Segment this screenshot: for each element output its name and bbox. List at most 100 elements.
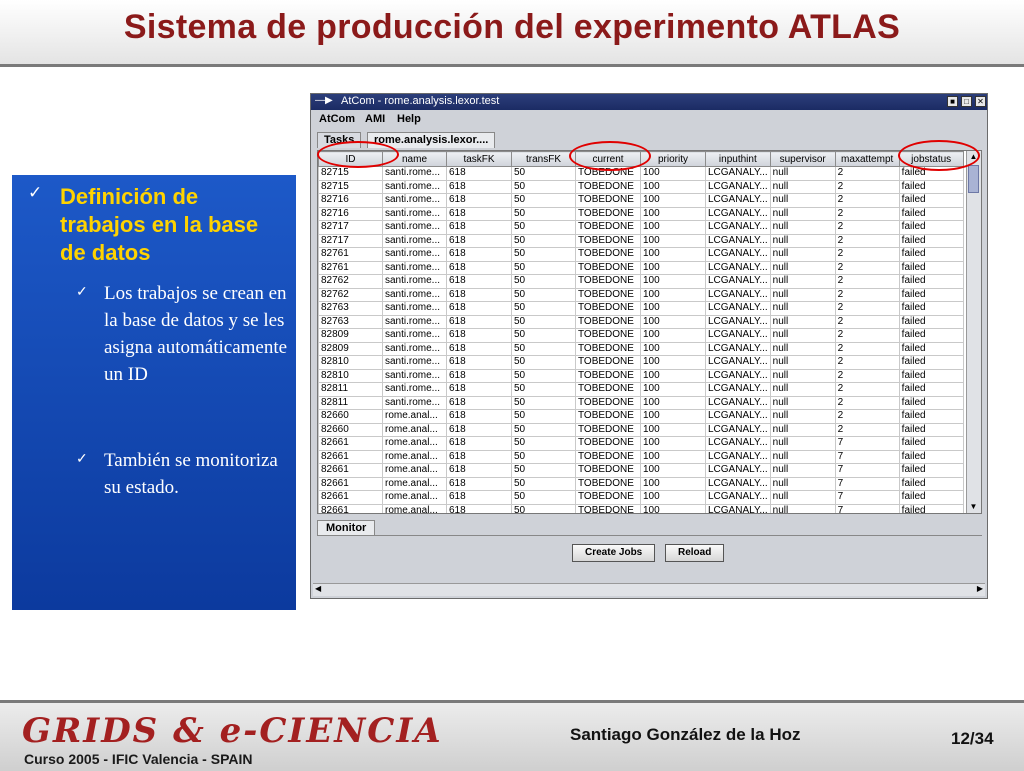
table-cell[interactable]: null [769, 490, 836, 505]
window-titlebar[interactable]: —▶ AtCom - rome.analysis.lexor.test ■ □ … [311, 94, 987, 110]
table-cell[interactable]: null [769, 314, 836, 329]
table-row[interactable]: 82716 santi.rome... 618 50 TOBEDONE 100 LCGANA… [318, 193, 964, 208]
table-cell[interactable]: failed [898, 301, 964, 316]
scroll-left-icon[interactable]: ◀ [315, 584, 321, 593]
table-cell[interactable]: 618 [446, 436, 512, 451]
table-cell[interactable]: 100 [640, 503, 706, 513]
table-cell[interactable]: LCGANALY... [705, 490, 771, 505]
table-cell[interactable]: TOBEDONE [575, 220, 641, 235]
table-cell[interactable]: failed [898, 490, 964, 505]
table-cell[interactable]: failed [898, 179, 964, 194]
table-cell[interactable]: LCGANALY... [705, 328, 771, 343]
table-cell[interactable]: TOBEDONE [575, 179, 641, 194]
table-cell[interactable]: 2 [834, 395, 900, 410]
table-row[interactable]: 82761 santi.rome... 618 50 TOBEDONE 100 LCGANA… [318, 247, 964, 262]
table-cell[interactable]: 50 [511, 247, 576, 262]
table-cell[interactable]: santi.rome... [382, 260, 447, 275]
table-cell[interactable]: null [769, 503, 836, 513]
table-cell[interactable]: 50 [511, 395, 576, 410]
table-cell[interactable]: LCGANALY... [705, 220, 771, 235]
table-cell[interactable]: 618 [446, 287, 512, 302]
table-cell[interactable]: 50 [511, 355, 576, 370]
table-cell[interactable]: 100 [640, 476, 706, 491]
table-cell[interactable]: 82810 [318, 368, 383, 383]
table-cell[interactable]: 50 [511, 274, 576, 289]
table-cell[interactable]: rome.anal... [382, 476, 447, 491]
table-cell[interactable]: santi.rome... [382, 341, 447, 356]
table-cell[interactable]: 2 [834, 287, 900, 302]
column-header-supervisor[interactable]: supervisor [769, 151, 836, 167]
table-cell[interactable]: LCGANALY... [705, 193, 771, 208]
reload-button[interactable]: Reload [665, 544, 725, 562]
table-cell[interactable]: 82715 [318, 166, 383, 181]
table-cell[interactable]: 2 [834, 166, 900, 181]
table-cell[interactable]: 2 [834, 409, 900, 424]
table-cell[interactable]: santi.rome... [382, 287, 447, 302]
table-cell[interactable]: 100 [640, 490, 706, 505]
table-cell[interactable]: 618 [446, 260, 512, 275]
table-cell[interactable]: 100 [640, 355, 706, 370]
table-cell[interactable]: 50 [511, 233, 576, 248]
table-row[interactable]: 82762 santi.rome... 618 50 TOBEDONE 100 LCGANA… [318, 287, 964, 302]
table-cell[interactable]: 50 [511, 220, 576, 235]
table-cell[interactable]: 618 [446, 409, 512, 424]
table-cell[interactable]: LCGANALY... [705, 166, 771, 181]
table-cell[interactable]: 50 [511, 476, 576, 491]
table-cell[interactable]: 2 [834, 314, 900, 329]
table-cell[interactable]: 82763 [318, 301, 383, 316]
table-cell[interactable]: null [769, 220, 836, 235]
table-cell[interactable]: 100 [640, 193, 706, 208]
table-cell[interactable]: LCGANALY... [705, 368, 771, 383]
table-cell[interactable]: 82660 [318, 409, 383, 424]
table-cell[interactable]: TOBEDONE [575, 490, 641, 505]
create-jobs-button[interactable]: Create Jobs [572, 544, 656, 562]
table-row[interactable]: 82661 rome.anal... 618 50 TOBEDONE 100 LCGANAL… [318, 449, 964, 464]
table-row[interactable]: 82661 rome.anal... 618 50 TOBEDONE 100 LCGANAL… [318, 436, 964, 451]
table-cell[interactable]: TOBEDONE [575, 422, 641, 437]
table-cell[interactable]: failed [898, 422, 964, 437]
scroll-down-icon[interactable]: ▼ [968, 501, 979, 513]
table-row[interactable]: 82661 rome.anal... 618 50 TOBEDONE 100 LCGANAL… [318, 490, 964, 505]
table-cell[interactable]: santi.rome... [382, 193, 447, 208]
table-cell[interactable]: 100 [640, 422, 706, 437]
table-cell[interactable]: 50 [511, 287, 576, 302]
table-cell[interactable]: 50 [511, 382, 576, 397]
table-cell[interactable]: 50 [511, 206, 576, 221]
column-header-taskfk[interactable]: taskFK [446, 151, 512, 167]
table-cell[interactable]: 82762 [318, 274, 383, 289]
table-cell[interactable]: 100 [640, 463, 706, 478]
table-cell[interactable]: 100 [640, 449, 706, 464]
table-cell[interactable]: 2 [834, 233, 900, 248]
table-row[interactable]: 82661 rome.anal... 618 50 TOBEDONE 100 LCGANAL… [318, 463, 964, 478]
table-cell[interactable]: TOBEDONE [575, 436, 641, 451]
table-cell[interactable]: null [769, 179, 836, 194]
table-row[interactable]: 82715 santi.rome... 618 50 TOBEDONE 100 LCGANA… [318, 179, 964, 194]
table-cell[interactable]: TOBEDONE [575, 314, 641, 329]
table-cell[interactable]: santi.rome... [382, 382, 447, 397]
window-menu-icon[interactable]: —▶ [315, 95, 333, 106]
table-cell[interactable]: failed [898, 395, 964, 410]
table-cell[interactable]: 2 [834, 301, 900, 316]
table-cell[interactable]: TOBEDONE [575, 449, 641, 464]
table-cell[interactable]: 100 [640, 247, 706, 262]
table-cell[interactable]: 82717 [318, 233, 383, 248]
table-cell[interactable]: 82811 [318, 382, 383, 397]
table-cell[interactable]: 82762 [318, 287, 383, 302]
table-cell[interactable]: 82809 [318, 328, 383, 343]
table-cell[interactable]: 7 [834, 503, 900, 513]
table-cell[interactable]: LCGANALY... [705, 409, 771, 424]
table-row[interactable]: 82809 santi.rome... 618 50 TOBEDONE 100 LCGANA… [318, 328, 964, 343]
table-cell[interactable]: failed [898, 314, 964, 329]
table-cell[interactable]: 50 [511, 368, 576, 383]
table-cell[interactable]: failed [898, 503, 964, 513]
table-row[interactable]: 82660 rome.anal... 618 50 TOBEDONE 100 LCGANAL… [318, 409, 964, 424]
table-cell[interactable]: 100 [640, 166, 706, 181]
table-cell[interactable]: 82763 [318, 314, 383, 329]
table-cell[interactable]: TOBEDONE [575, 395, 641, 410]
table-cell[interactable]: 100 [640, 409, 706, 424]
table-cell[interactable]: 50 [511, 301, 576, 316]
menu-atcom[interactable]: AtCom [319, 113, 355, 125]
table-cell[interactable]: 618 [446, 382, 512, 397]
table-cell[interactable]: 2 [834, 355, 900, 370]
table-cell[interactable]: TOBEDONE [575, 233, 641, 248]
